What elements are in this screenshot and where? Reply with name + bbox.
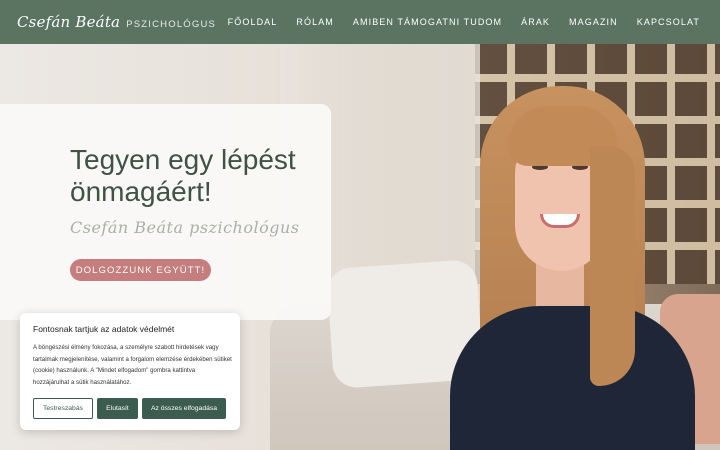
nav-item-services[interactable]: AMIBEN TÁMOGATNI TUDOM <box>353 17 502 27</box>
cookie-consent-dialog: Fontosnak tartjuk az adatok védelmét A b… <box>20 313 240 430</box>
cookie-customize-button[interactable]: Testreszabás <box>33 398 93 419</box>
nav-item-prices[interactable]: ÁRAK <box>521 17 550 27</box>
portrait-hair-side <box>590 146 635 386</box>
cookie-accept-all-button[interactable]: Az összes elfogadása <box>142 398 226 419</box>
site-header: Csefán Beáta PSZICHOLÓGUS FŐOLDAL RÓLAM … <box>0 0 720 44</box>
hero-headline: Tegyen egy lépést önmagáért! <box>70 144 296 207</box>
hero-portrait <box>440 86 710 450</box>
nav-item-contact[interactable]: KAPCSOLAT <box>637 17 700 27</box>
logo-name: Csefán Beáta <box>17 13 121 31</box>
nav-item-magazine[interactable]: MAGAZIN <box>569 17 618 27</box>
work-together-button[interactable]: DOLGOZZUNK EGYÜTT! <box>70 259 211 281</box>
nav-item-home[interactable]: FŐOLDAL <box>228 17 278 27</box>
portrait-sweater <box>450 306 695 450</box>
hero-card: Tegyen egy lépést önmagáért! Csefán Beát… <box>0 104 331 320</box>
cookie-title: Fontosnak tartjuk az adatok védelmét <box>33 324 175 334</box>
logo-subtitle: PSZICHOLÓGUS <box>126 19 217 30</box>
site-logo[interactable]: Csefán Beáta PSZICHOLÓGUS <box>17 13 216 31</box>
cookie-text: A böngészési élmény fokozása, a személyr… <box>33 344 232 386</box>
main-nav: FŐOLDAL RÓLAM AMIBEN TÁMOGATNI TUDOM ÁRA… <box>209 0 700 44</box>
hero-signature: Csefán Beáta pszichológus <box>70 218 300 237</box>
cookie-reject-button[interactable]: Elutasít <box>97 398 138 419</box>
nav-item-about[interactable]: RÓLAM <box>296 17 334 27</box>
